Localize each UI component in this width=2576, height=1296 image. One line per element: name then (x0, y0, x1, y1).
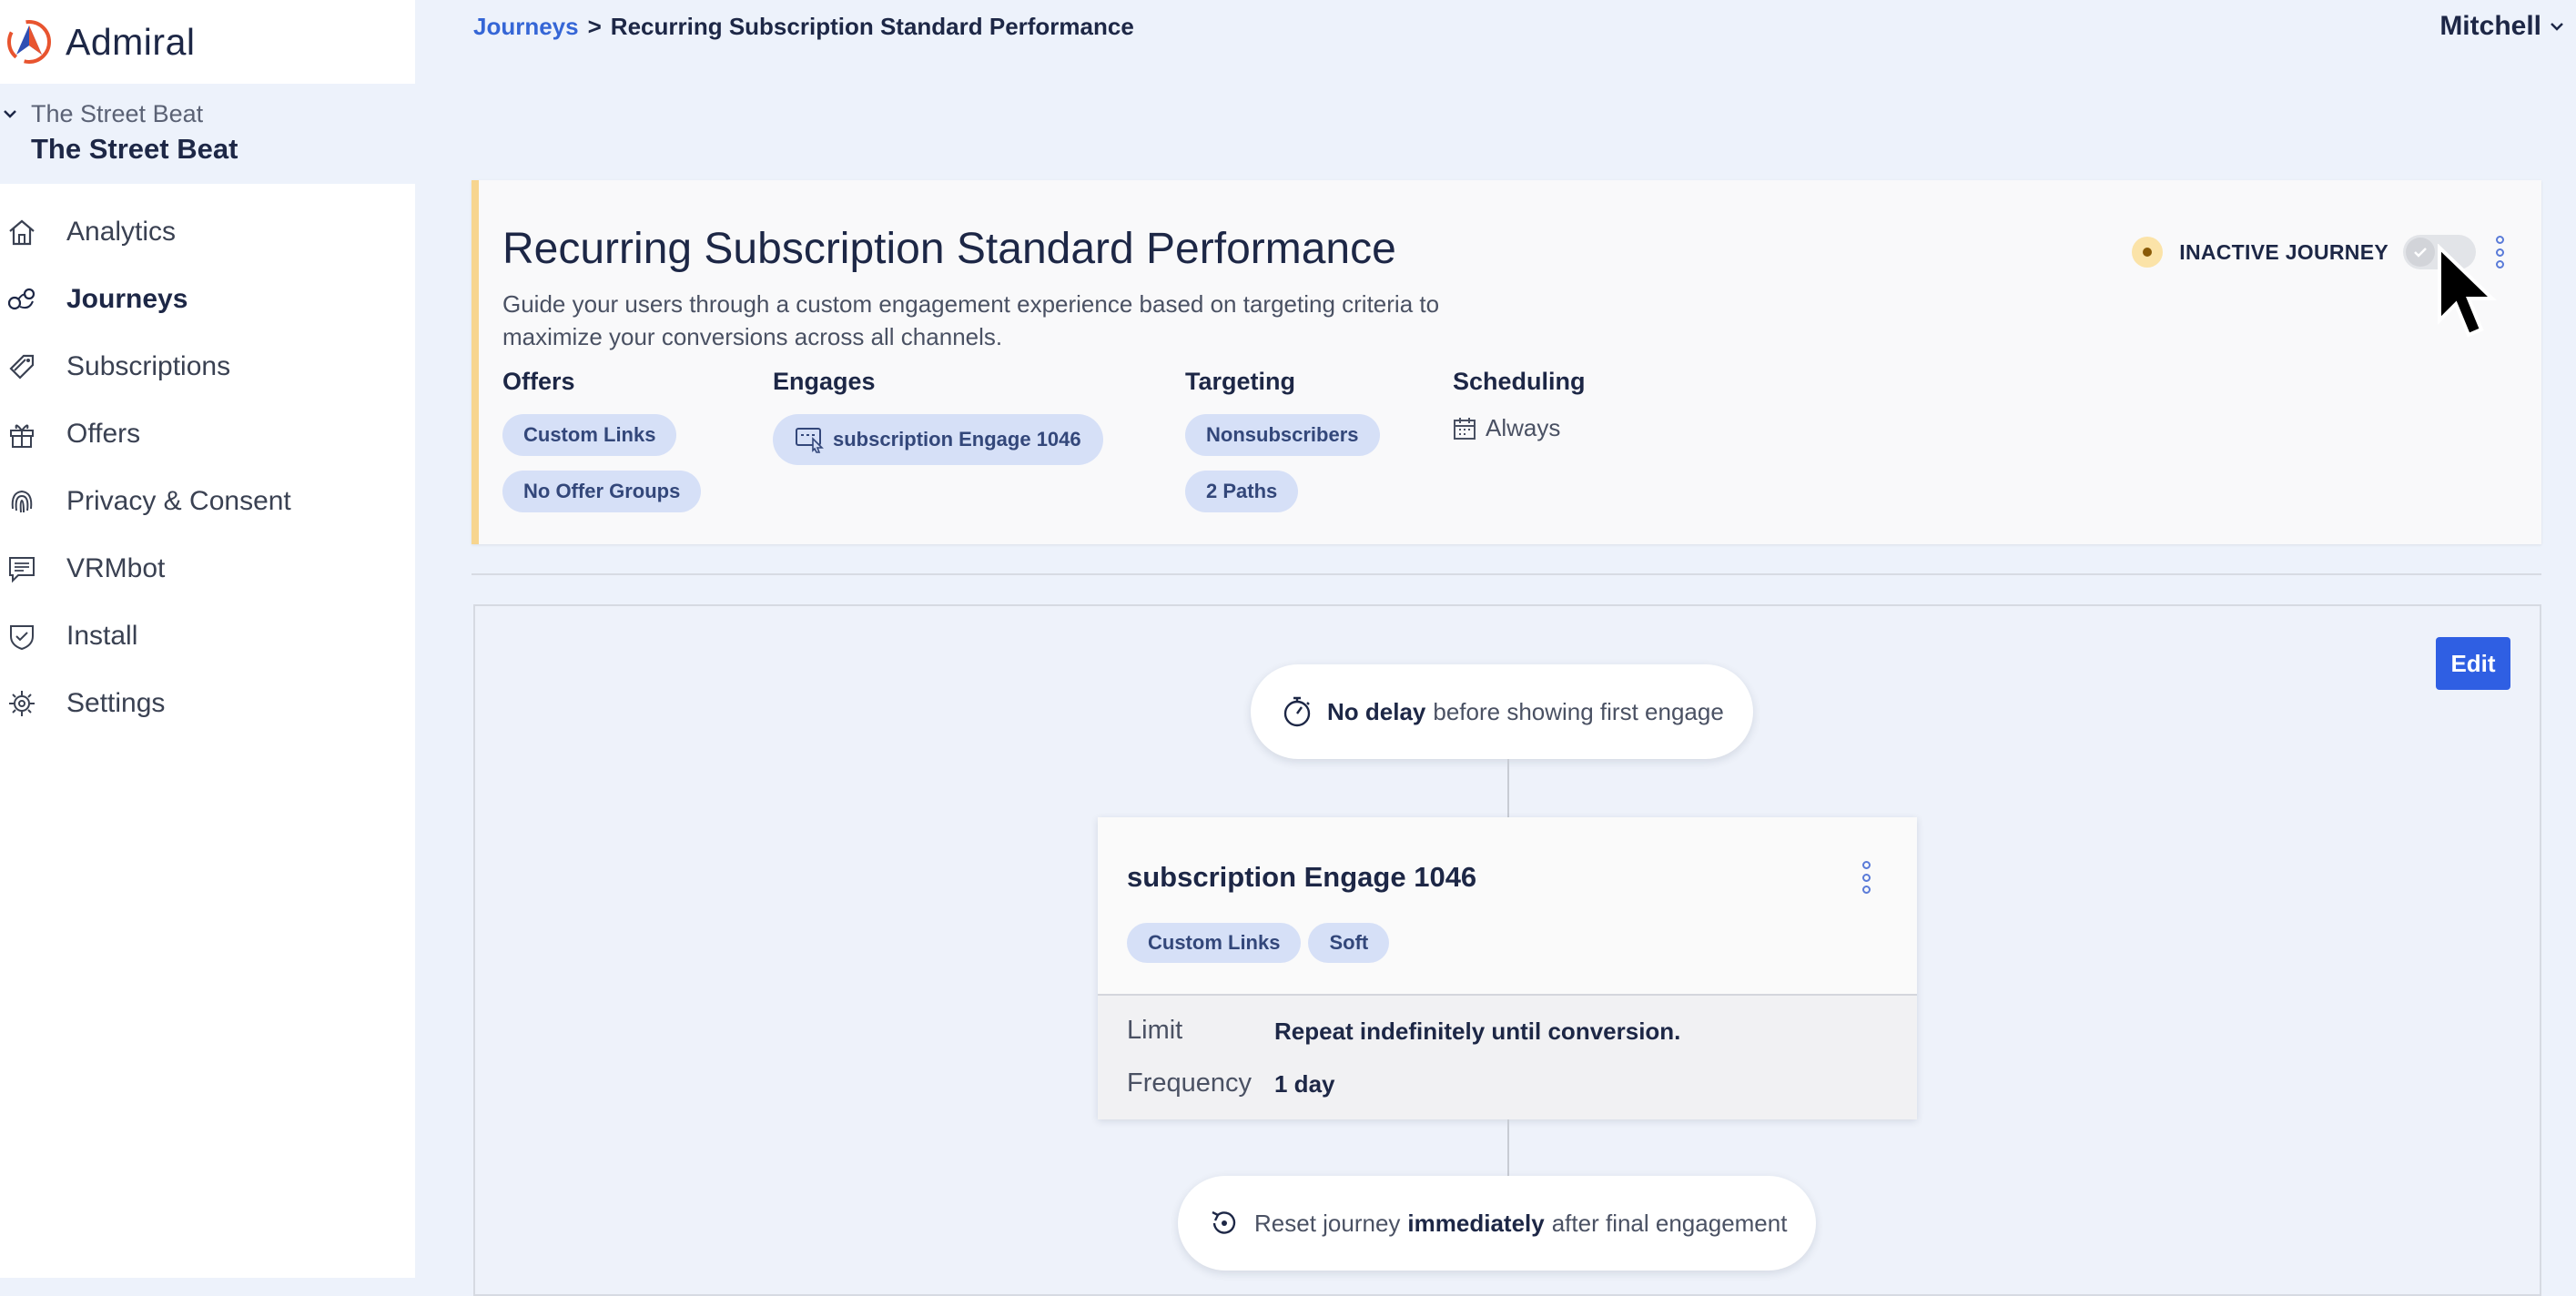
engage-tag: Soft (1308, 923, 1390, 963)
offer-chip[interactable]: Custom Links (502, 414, 677, 456)
gift-icon (10, 424, 34, 448)
admiral-logo-icon (7, 20, 51, 64)
frequency-value: 1 day (1274, 1070, 1335, 1098)
delay-step[interactable]: No delay before showing first engage (1251, 664, 1753, 759)
engage-tags: Custom Links Soft (1127, 923, 1390, 977)
engage-cursor-icon (796, 428, 824, 453)
sidebar-item-label: Analytics (66, 217, 177, 247)
sidebar-item-label: Install (66, 621, 138, 651)
reset-bold: immediately (1407, 1209, 1545, 1237)
frequency-label: Frequency (1127, 1068, 1253, 1098)
engage-tag: Custom Links (1127, 923, 1302, 963)
sidebar-item-vrmbot[interactable]: VRMbot (0, 535, 415, 602)
home-icon (9, 219, 35, 246)
chat-icon (9, 557, 35, 583)
breadcrumb-separator: > (587, 13, 602, 40)
sidebar-item-install[interactable]: Install (0, 602, 415, 670)
logo[interactable]: Admiral (0, 0, 415, 84)
org-switcher[interactable]: The Street Beat The Street Beat (0, 84, 415, 184)
journey-description: Guide your users through a custom engage… (502, 290, 1440, 350)
chevron-down-icon (4, 110, 16, 118)
journey-flow-canvas: Edit No delay before showing first engag… (473, 604, 2541, 1296)
breadcrumb-link-journeys[interactable]: Journeys (473, 13, 579, 41)
targeting-section: Targeting Nonsubscribers 2 Paths (1185, 368, 1380, 527)
targeting-chip[interactable]: Nonsubscribers (1185, 414, 1380, 456)
sidebar-item-label: Subscriptions (66, 351, 231, 381)
sidebar-item-label: Journeys (66, 284, 188, 314)
sidebar-item-label: Offers (66, 419, 141, 449)
journey-summary-card: Recurring Subscription Standard Performa… (472, 180, 2541, 544)
engage-details: Limit Repeat indefinitely until conversi… (1098, 994, 1917, 1119)
engages-heading: Engages (773, 368, 876, 395)
engage-chip[interactable]: subscription Engage 1046 (773, 414, 1103, 465)
delay-text: before showing first engage (1433, 697, 1724, 725)
toggle-knob (2406, 238, 2435, 267)
sidebar-item-analytics[interactable]: Analytics (0, 198, 415, 266)
calendar-icon (1454, 417, 1476, 440)
reset-step[interactable]: Reset journey immediately after final en… (1178, 1176, 1817, 1271)
reset-icon (1212, 1210, 1236, 1234)
logo-text: Admiral (66, 20, 196, 63)
page-title: Recurring Subscription Standard Performa… (502, 225, 1396, 273)
sidebar-item-privacy[interactable]: Privacy & Consent (0, 468, 415, 535)
sidebar-item-settings[interactable]: Settings (0, 670, 415, 737)
frequency-row: Frequency 1 day (1127, 1068, 1335, 1099)
engage-title: subscription Engage 1046 (1127, 861, 1477, 893)
shield-icon (10, 625, 34, 651)
fingerprint-icon (11, 490, 33, 513)
org-title: The Street Beat (31, 133, 238, 165)
gear-icon (9, 691, 35, 716)
user-name: Mitchell (2439, 11, 2541, 41)
breadcrumb: Journeys > Recurring Subscription Standa… (473, 13, 1134, 41)
limit-value: Repeat indefinitely until conversion. (1274, 1018, 1681, 1045)
sidebar-item-offers[interactable]: Offers (0, 400, 415, 468)
section-divider (472, 573, 2541, 575)
sidebar-item-subscriptions[interactable]: Subscriptions (0, 333, 415, 400)
scheduling-value: Always (1486, 414, 1561, 441)
delay-bold: No delay (1327, 697, 1426, 725)
edit-button[interactable]: Edit (2436, 637, 2510, 690)
sidebar: Admiral The Street Beat The Street Beat … (0, 0, 415, 1278)
reset-text-before: Reset journey (1254, 1209, 1401, 1237)
targeting-heading: Targeting (1185, 368, 1295, 395)
engages-section: Engages subscription Engage 1046 (773, 368, 1103, 480)
journeys-icon (7, 288, 35, 310)
offer-chip[interactable]: No Offer Groups (502, 471, 702, 512)
breadcrumb-current: Recurring Subscription Standard Performa… (610, 13, 1134, 40)
mouse-cursor-icon (2438, 244, 2497, 338)
engage-chip-label: subscription Engage 1046 (833, 428, 1081, 451)
engage-more-menu-icon[interactable] (1861, 861, 1871, 894)
engage-step-card[interactable]: subscription Engage 1046 Custom Links So… (1098, 817, 1917, 1119)
sidebar-item-label: Settings (66, 688, 166, 718)
sidebar-item-journeys[interactable]: Journeys (0, 266, 415, 333)
flow-connector (1507, 1119, 1509, 1176)
stopwatch-icon (1283, 696, 1311, 727)
offers-section: Offers Custom Links No Offer Groups (502, 368, 702, 527)
chevron-down-icon (2551, 23, 2563, 31)
user-menu[interactable]: Mitchell (2439, 11, 2565, 42)
offers-heading: Offers (502, 368, 575, 395)
sidebar-nav: Analytics Journeys Subscriptions Offers … (0, 198, 415, 737)
status-badge: INACTIVE JOURNEY (2179, 239, 2388, 264)
scheduling-section: Scheduling Always (1453, 368, 1586, 442)
check-icon (2414, 248, 2427, 258)
reset-text-after: after final engagement (1551, 1209, 1788, 1237)
sidebar-item-label: VRMbot (66, 553, 166, 583)
tag-icon (9, 354, 35, 380)
org-subtitle: The Street Beat (31, 100, 204, 127)
limit-row: Limit Repeat indefinitely until conversi… (1127, 1016, 1680, 1046)
flow-connector (1507, 759, 1509, 817)
scheduling-heading: Scheduling (1453, 368, 1586, 395)
status-indicator-icon (2132, 237, 2164, 268)
sidebar-item-label: Privacy & Consent (66, 486, 291, 516)
targeting-chip[interactable]: 2 Paths (1185, 471, 1299, 512)
limit-label: Limit (1127, 1016, 1183, 1045)
